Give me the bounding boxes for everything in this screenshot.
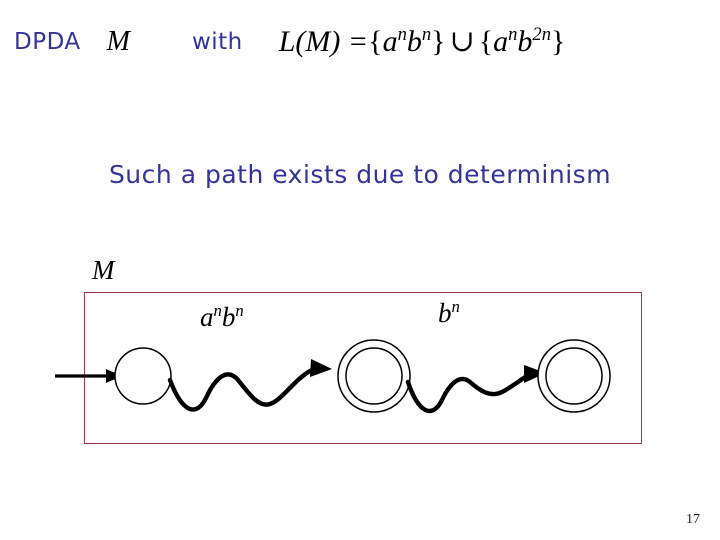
formula-set2-base-a: a: [493, 25, 509, 58]
page-number: 17: [686, 512, 700, 527]
automaton-diagram: M anbn bn: [0, 240, 720, 480]
formula-union-operator: ∪: [449, 25, 475, 58]
formula-set1-base-a: a: [382, 25, 398, 58]
title-line: DPDA M with L(M) ={anbn} ∪ {anb2n}: [14, 22, 714, 68]
subtitle-text: Such a path exists due to determinism: [108, 160, 612, 189]
state-q1: [337, 339, 411, 413]
formula-set1-open: {: [368, 25, 383, 58]
transition1-base-a: a: [200, 302, 214, 332]
transition1-exp-a: n: [213, 301, 222, 320]
formula-set2-open: {: [478, 25, 494, 58]
transition-label-anbn: anbn: [200, 302, 244, 333]
start-arrow: [55, 369, 122, 383]
formula-set2-base-b: b: [517, 25, 533, 58]
formula-set2-close: }: [551, 25, 566, 58]
formula-lhs: L(M) =: [278, 25, 369, 58]
title-with-label: with: [191, 29, 243, 55]
formula-set1-close: }: [431, 25, 446, 58]
title-dpda-label: DPDA: [14, 29, 81, 55]
formula-set1-base-b: b: [406, 25, 422, 58]
transition2-base-b: b: [438, 298, 452, 328]
transition1-base-b: b: [221, 302, 236, 332]
transition-q1-q2: [405, 365, 546, 414]
transition1-exp-b: n: [235, 301, 244, 320]
transition-label-bn: bn: [438, 298, 460, 329]
title-machine-symbol: M: [106, 26, 130, 57]
title-formula: L(M) ={anbn} ∪ {anb2n}: [279, 24, 566, 59]
automaton-graphics: [55, 339, 611, 414]
formula-set1-exp-a: n: [397, 24, 407, 45]
state-q2: [537, 339, 611, 413]
formula-set2-exp-b: 2n: [532, 24, 551, 45]
transition2-exp-b: n: [451, 297, 460, 316]
formula-set2-exp-a: n: [508, 24, 518, 45]
state-q0: [114, 347, 172, 405]
formula-set1-exp-b: n: [421, 24, 432, 45]
transition-q0-q1: [167, 359, 332, 412]
